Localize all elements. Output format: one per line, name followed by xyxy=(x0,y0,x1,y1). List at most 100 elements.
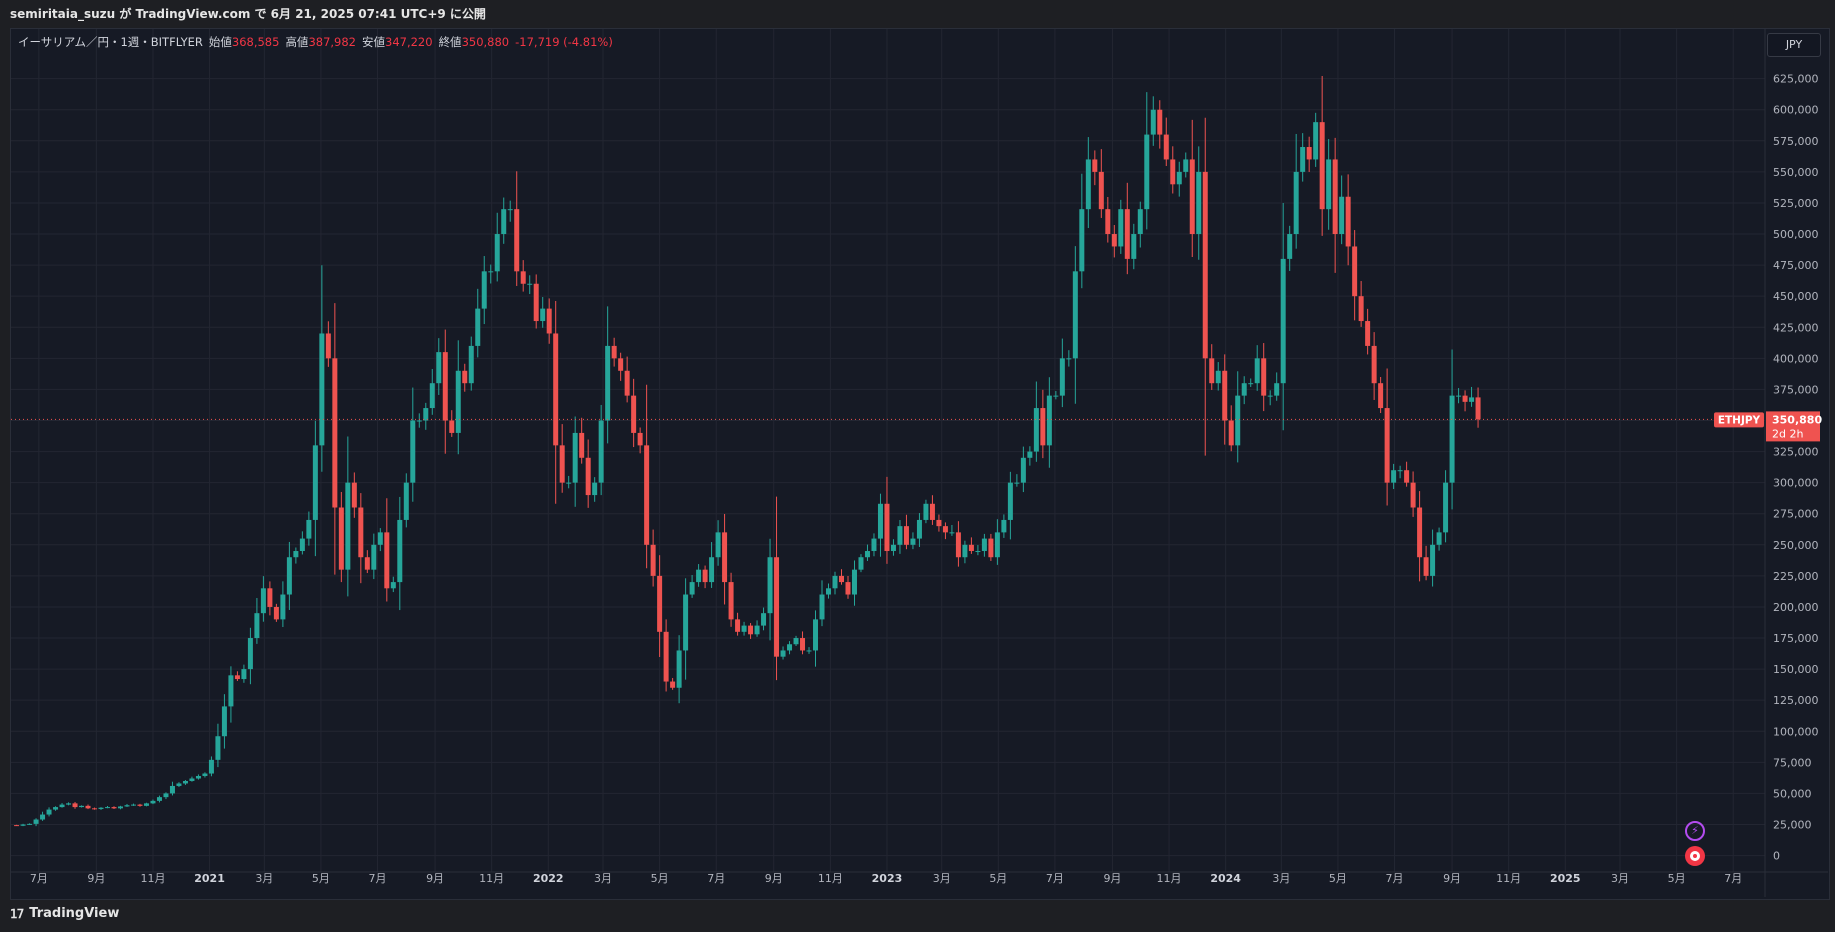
candle-body xyxy=(663,631,669,682)
candle-body xyxy=(1391,470,1397,483)
x-tick-label: 7月 xyxy=(30,872,48,885)
candle-body xyxy=(709,557,715,583)
candle-body xyxy=(319,333,325,446)
symbol-legend: イーサリアム／円・1週・BITFLYER 始値 368,585 高値 387,982… xyxy=(18,34,613,50)
candle-body xyxy=(1001,519,1007,533)
y-tick-label: 0 xyxy=(1773,850,1780,863)
tradingview-logo[interactable]: 𝟣𝟩 TradingView xyxy=(10,906,119,921)
candle-body xyxy=(325,333,331,359)
candle-body xyxy=(53,807,59,810)
candle-body xyxy=(1365,321,1371,346)
x-tick-label: 7月 xyxy=(1046,872,1064,885)
x-tick-label: 3月 xyxy=(933,872,951,885)
x-tick-label: 11月 xyxy=(1157,872,1182,885)
candle-body xyxy=(364,557,370,570)
candle-body xyxy=(1059,358,1065,396)
y-tick-label: 150,000 xyxy=(1773,663,1819,676)
y-tick-label: 425,000 xyxy=(1773,321,1819,334)
candle-body xyxy=(215,736,221,760)
candle-body xyxy=(579,432,585,458)
low-label: 安値 xyxy=(362,35,385,49)
candle-body xyxy=(410,420,416,483)
candle-body xyxy=(1131,234,1137,259)
y-tick-label: 550,000 xyxy=(1773,166,1819,179)
ticker-tag-label: ETHJPY xyxy=(1718,414,1761,426)
candle-body xyxy=(20,824,26,826)
candle-body xyxy=(1319,122,1325,210)
candle-body xyxy=(1267,395,1273,397)
candle-body xyxy=(819,594,825,620)
symbol-title[interactable]: イーサリアム／円・1週・BITFLYER xyxy=(18,34,203,50)
candle-body xyxy=(1014,482,1020,484)
open-label: 始値 xyxy=(208,35,232,49)
candle-body xyxy=(1118,209,1124,247)
y-tick-label: 125,000 xyxy=(1773,694,1819,707)
candle-body xyxy=(936,519,942,527)
candle-body xyxy=(618,358,624,371)
candle-body xyxy=(1202,171,1208,359)
candle-body xyxy=(1079,209,1085,272)
candle-body xyxy=(903,526,909,545)
high-value: 387,982 xyxy=(308,35,356,49)
y-tick-label: 400,000 xyxy=(1773,352,1819,365)
candle-body xyxy=(1085,159,1091,210)
candle-body xyxy=(1345,196,1351,247)
y-tick-label: 575,000 xyxy=(1773,135,1819,148)
y-tick-label: 75,000 xyxy=(1773,756,1812,769)
candle-body xyxy=(130,804,136,806)
footer-bar xyxy=(0,900,1835,932)
candle-body xyxy=(1241,383,1247,396)
candle-body xyxy=(371,544,377,570)
candle-body xyxy=(1072,271,1078,359)
candle-body xyxy=(1261,358,1267,396)
candle-body xyxy=(1027,451,1033,458)
candle-body xyxy=(92,808,98,810)
candle-body xyxy=(182,780,188,784)
candle-body xyxy=(611,345,617,359)
y-tick-label: 625,000 xyxy=(1773,73,1819,86)
candle-body xyxy=(527,283,533,285)
candle-body xyxy=(501,209,507,235)
x-tick-label: 5月 xyxy=(651,872,669,885)
candle-body xyxy=(949,532,955,534)
candle-body xyxy=(241,669,247,680)
candle-body xyxy=(1215,370,1221,384)
candle-body xyxy=(754,625,760,635)
candle-body xyxy=(767,557,773,614)
candle-body xyxy=(1456,395,1462,397)
candle-body xyxy=(728,582,734,620)
candle-body xyxy=(624,370,630,396)
candle-body xyxy=(416,420,422,422)
candle-body xyxy=(85,805,91,809)
candle-body xyxy=(838,575,844,583)
y-tick-label: 100,000 xyxy=(1773,725,1819,738)
close-label: 終値 xyxy=(438,35,462,49)
candle-body xyxy=(929,503,935,520)
candle-body xyxy=(780,650,786,657)
candle-body xyxy=(1222,370,1228,421)
candle-body xyxy=(488,271,494,273)
x-tick-label: 9月 xyxy=(765,872,783,885)
candle-body xyxy=(923,503,929,520)
candle-body xyxy=(994,532,1000,558)
x-tick-label: 2023 xyxy=(872,872,903,885)
candle-body xyxy=(247,638,253,670)
currency-button[interactable]: JPY xyxy=(1767,33,1821,57)
record-icon[interactable] xyxy=(1685,846,1705,866)
candle-body xyxy=(137,804,143,806)
candle-body xyxy=(1098,171,1104,210)
last-price-value: 350,880 xyxy=(1772,413,1822,426)
candle-body xyxy=(1248,383,1254,385)
candle-body xyxy=(1410,482,1416,508)
candle-body xyxy=(1404,470,1410,483)
candle-body xyxy=(1358,296,1364,322)
candle-body xyxy=(494,234,500,272)
lightning-icon[interactable]: ⚡ xyxy=(1685,821,1705,841)
candle-body xyxy=(1235,395,1241,446)
low-value: 347,220 xyxy=(385,35,433,49)
change-value: -17,719 (-4.81%) xyxy=(515,35,613,49)
candlestick-chart[interactable]: 0 25,000 50,000 75,000 100,000 125,000 150,000… xyxy=(0,0,1835,900)
candle-body xyxy=(429,383,435,409)
candle-body xyxy=(27,823,33,825)
candle-body xyxy=(890,544,896,552)
